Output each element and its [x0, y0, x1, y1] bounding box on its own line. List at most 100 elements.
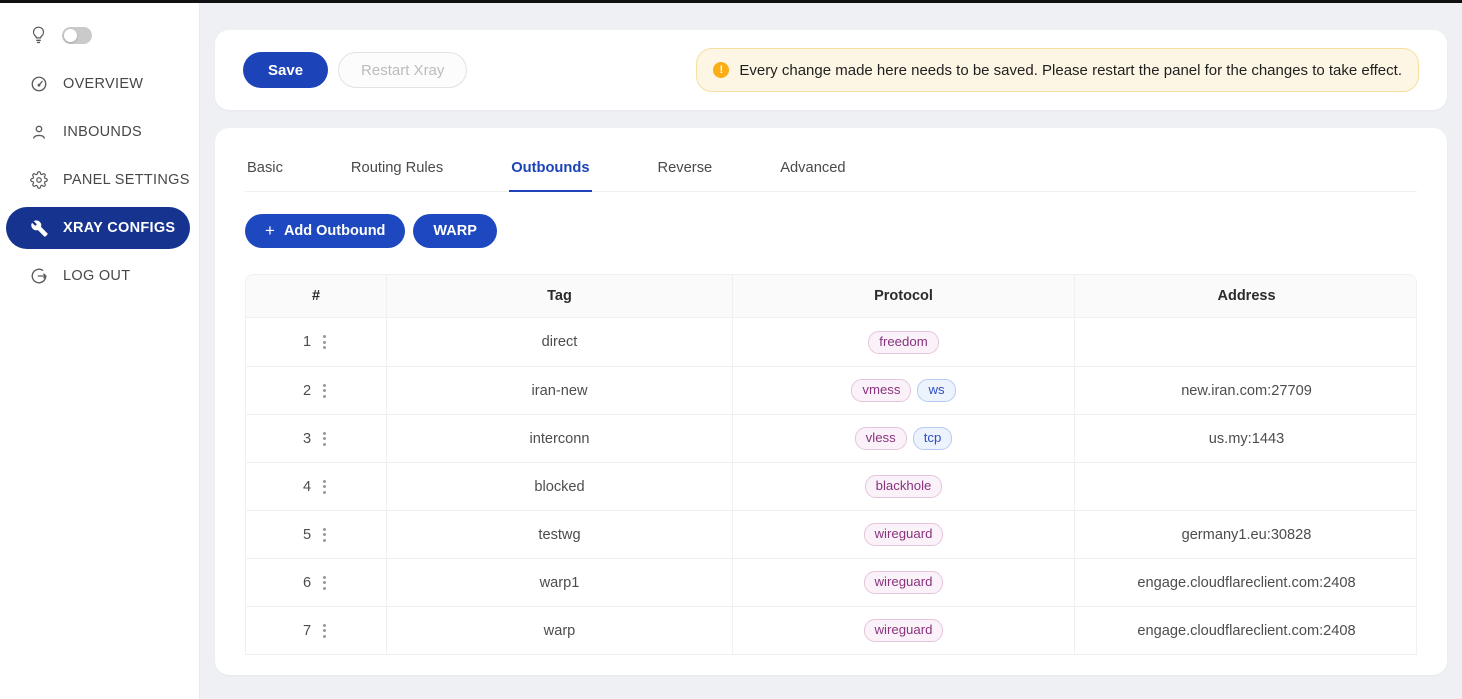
tab-reverse[interactable]: Reverse — [656, 154, 715, 192]
row-index-cell: 1 — [246, 318, 386, 366]
tag-cell: interconn — [386, 414, 732, 462]
tab-outbounds[interactable]: Outbounds — [509, 154, 591, 192]
table-row: 1 direct freedom — [246, 318, 1416, 366]
gear-icon — [30, 171, 48, 189]
tag-cell: warp — [386, 606, 732, 654]
table-row: 5 testwg wireguard germany1.eu:30828 — [246, 510, 1416, 558]
row-index-cell: 4 — [246, 462, 386, 510]
xray-configs-card: Basic Routing Rules Outbounds Reverse Ad… — [215, 128, 1447, 675]
row-index-cell: 6 — [246, 558, 386, 606]
row-number: 5 — [303, 527, 311, 543]
protocol-cell: wireguard — [732, 606, 1074, 654]
address-cell — [1074, 318, 1417, 366]
outbounds-table: # Tag Protocol Address 1 direct freedom 2 ir… — [245, 274, 1417, 655]
kebab-menu-icon[interactable] — [320, 573, 329, 593]
tag-cell: testwg — [386, 510, 732, 558]
wrench-icon — [30, 219, 48, 237]
row-number: 7 — [303, 623, 311, 639]
theme-toggle-row — [0, 24, 199, 46]
address-cell: germany1.eu:30828 — [1074, 510, 1417, 558]
header-protocol: Protocol — [732, 275, 1074, 318]
kebab-menu-icon[interactable] — [320, 381, 329, 401]
tab-basic[interactable]: Basic — [245, 154, 285, 192]
kebab-menu-icon[interactable] — [320, 621, 329, 641]
outbound-actions-row: + Add Outbound WARP — [245, 214, 1417, 248]
restart-xray-button[interactable]: Restart Xray — [338, 52, 467, 88]
user-icon — [30, 123, 48, 141]
protocol-badge: vmess — [851, 379, 911, 402]
toolbar-card: Save Restart Xray ! Every change made he… — [215, 30, 1447, 110]
header-index: # — [246, 275, 386, 318]
protocol-badge: ws — [917, 379, 955, 402]
top-edge-strip — [0, 0, 1462, 3]
row-number: 3 — [303, 431, 311, 447]
tab-routing-rules[interactable]: Routing Rules — [349, 154, 445, 192]
table-body: 1directfreedom2iran-newvmesswsnew.iran.c… — [246, 318, 1416, 654]
sidebar-item-panel-settings[interactable]: PANEL SETTINGS — [0, 156, 199, 204]
tab-advanced[interactable]: Advanced — [778, 154, 847, 192]
kebab-menu-icon[interactable] — [320, 477, 329, 497]
address-cell: engage.cloudflareclient.com:2408 — [1074, 558, 1417, 606]
save-button[interactable]: Save — [243, 52, 328, 88]
protocol-badge: wireguard — [864, 523, 944, 546]
row-index-cell: 7 — [246, 606, 386, 654]
kebab-menu-icon[interactable] — [320, 525, 329, 545]
sidebar-item-log-out[interactable]: LOG OUT — [0, 252, 199, 300]
tag-cell: direct — [386, 318, 732, 366]
protocol-badge: wireguard — [864, 619, 944, 642]
table-header-row: # Tag Protocol Address — [246, 275, 1416, 318]
sidebar-item-label: XRAY CONFIGS — [63, 220, 175, 236]
warning-icon: ! — [713, 62, 729, 78]
plus-icon: + — [265, 222, 275, 239]
protocol-cell: freedom — [732, 318, 1074, 366]
lightbulb-icon — [30, 25, 47, 45]
sidebar-item-overview[interactable]: OVERVIEW — [0, 60, 199, 108]
table-row: 4 blocked blackhole — [246, 462, 1416, 510]
row-number: 2 — [303, 383, 311, 399]
protocol-badge: vless — [855, 427, 907, 450]
sidebar-item-xray-configs[interactable]: XRAY CONFIGS — [0, 204, 199, 252]
unsaved-changes-alert: ! Every change made here needs to be sav… — [696, 48, 1419, 92]
tab-bar: Basic Routing Rules Outbounds Reverse Ad… — [245, 154, 1417, 192]
protocol-cell: wireguard — [732, 558, 1074, 606]
address-cell — [1074, 462, 1417, 510]
table-row: 6 warp1 wireguard engage.cloudflareclient.c… — [246, 558, 1416, 606]
main-area: Save Restart Xray ! Every change made he… — [200, 0, 1462, 699]
dark-mode-toggle[interactable] — [62, 27, 92, 44]
protocol-badge: blackhole — [865, 475, 943, 498]
table-row: 2iran-newvmesswsnew.iran.com:27709 — [246, 366, 1416, 414]
sidebar-item-inbounds[interactable]: INBOUNDS — [0, 108, 199, 156]
logout-icon — [30, 267, 48, 285]
row-index-cell: 2 — [246, 366, 386, 414]
row-number: 4 — [303, 479, 311, 495]
address-cell: engage.cloudflareclient.com:2408 — [1074, 606, 1417, 654]
add-outbound-label: Add Outbound — [284, 223, 385, 239]
row-number: 6 — [303, 575, 311, 591]
sidebar-nav: OVERVIEW INBOUNDS — [0, 60, 199, 300]
address-cell: us.my:1443 — [1074, 414, 1417, 462]
add-outbound-button[interactable]: + Add Outbound — [245, 214, 405, 248]
header-address: Address — [1074, 275, 1417, 318]
header-tag: Tag — [386, 275, 732, 318]
table-row: 3 interconn vless tcp us.my:1443 — [246, 414, 1416, 462]
toggle-knob — [64, 29, 77, 42]
tag-cell: iran-new — [386, 366, 732, 414]
protocol-badge: tcp — [913, 427, 953, 450]
tag-cell: warp1 — [386, 558, 732, 606]
sidebar: OVERVIEW INBOUNDS — [0, 0, 200, 699]
warp-button[interactable]: WARP — [413, 214, 497, 248]
kebab-menu-icon[interactable] — [320, 332, 329, 352]
address-cell: new.iran.com:27709 — [1074, 366, 1417, 414]
protocol-badge: wireguard — [864, 571, 944, 594]
sidebar-item-label: PANEL SETTINGS — [63, 172, 190, 188]
row-number: 1 — [303, 334, 311, 350]
protocol-badge: freedom — [868, 331, 938, 354]
protocol-cell: wireguard — [732, 510, 1074, 558]
warp-label: WARP — [433, 223, 477, 239]
kebab-menu-icon[interactable] — [320, 429, 329, 449]
tag-cell: blocked — [386, 462, 732, 510]
protocol-cell: vless tcp — [732, 414, 1074, 462]
dashboard-icon — [30, 75, 48, 93]
sidebar-item-label: LOG OUT — [63, 268, 130, 284]
protocol-cell: vmessws — [732, 366, 1074, 414]
